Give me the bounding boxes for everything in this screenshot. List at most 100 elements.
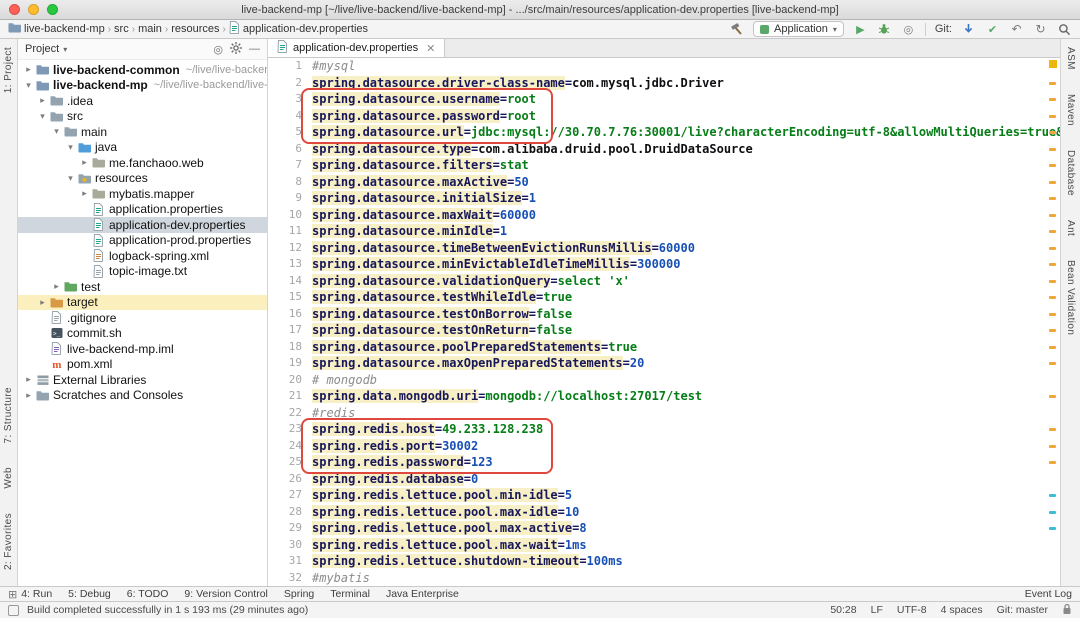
tree-item[interactable]: logback-spring.xml [18,248,267,264]
close-window-button[interactable] [9,4,20,15]
line-number[interactable]: 2 [268,75,312,92]
error-stripe-mark[interactable] [1049,98,1056,101]
error-stripe-mark[interactable] [1049,197,1056,200]
info-stripe-mark[interactable] [1049,510,1056,514]
debug-icon[interactable] [877,22,892,37]
line-number[interactable]: 1 [268,58,312,75]
tree-item[interactable]: ▸ mybatis.mapper [18,186,267,202]
error-stripe-mark[interactable] [1049,395,1056,398]
line-number[interactable]: 22 [268,405,312,422]
line-number[interactable]: 23 [268,421,312,438]
chevron-collapsed-icon[interactable]: ▸ [78,157,91,168]
line-number[interactable]: 12 [268,240,312,257]
code-line[interactable]: 13 spring.datasource.minEvictableIdleTime… [268,256,1060,273]
status-line-separator[interactable]: LF [871,604,883,616]
code-line[interactable]: 30 spring.redis.lettuce.pool.max-wait=1ms [268,537,1060,554]
tree-item[interactable]: ▸ me.fanchaoo.web [18,155,267,171]
code-line[interactable]: 9 spring.datasource.initialSize=1 [268,190,1060,207]
hammer-icon[interactable] [729,22,744,37]
error-stripe-mark[interactable] [1049,213,1056,217]
tool-window-tab[interactable]: Spring [284,588,314,600]
zoom-window-button[interactable] [47,4,58,15]
tree-item[interactable]: topic-image.txt [18,264,267,280]
code-line[interactable]: 10 spring.datasource.maxWait=60000 [268,207,1060,224]
tool-strip-tab[interactable]: Maven [1065,94,1076,126]
status-encoding[interactable]: UTF-8 [897,604,927,616]
line-number[interactable]: 21 [268,388,312,405]
error-stripe-mark[interactable] [1049,345,1056,349]
tree-item[interactable]: application.properties [18,202,267,218]
line-number[interactable]: 10 [268,207,312,224]
error-stripe-mark[interactable] [1049,312,1056,316]
line-number[interactable]: 30 [268,537,312,554]
error-stripe-mark[interactable] [1049,263,1056,266]
error-stripe-mark[interactable] [1049,180,1056,184]
chevron-collapsed-icon[interactable]: ▸ [22,64,35,75]
code-line[interactable]: 26 spring.redis.database=0 [268,471,1060,488]
locate-icon[interactable]: ◎ [213,43,223,56]
line-number[interactable]: 31 [268,553,312,570]
line-number[interactable]: 27 [268,487,312,504]
line-number[interactable]: 6 [268,141,312,158]
line-number[interactable]: 32 [268,570,312,587]
tab-application-dev-properties[interactable]: application-dev.properties ✕ [268,39,446,57]
code-line[interactable]: 19 spring.datasource.maxOpenPreparedState… [268,355,1060,372]
line-number[interactable]: 5 [268,124,312,141]
status-caret-position[interactable]: 50:28 [830,604,856,616]
line-number[interactable]: 25 [268,454,312,471]
code-line[interactable]: 22 #redis [268,405,1060,422]
code-line[interactable]: 14 spring.datasource.validationQuery=sele… [268,273,1060,290]
line-number[interactable]: 26 [268,471,312,488]
line-number[interactable]: 4 [268,108,312,125]
code-line[interactable]: 31 spring.redis.lettuce.shutdown-timeout=… [268,553,1060,570]
info-stripe-mark[interactable] [1049,527,1056,530]
tree-item[interactable]: >_ commit.sh [18,326,267,342]
tree-item[interactable]: ▾ main [18,124,267,140]
chevron-collapsed-icon[interactable]: ▸ [22,390,35,401]
tree-item[interactable]: live-backend-mp.iml [18,341,267,357]
code-line[interactable]: 25 spring.redis.password=123 [268,454,1060,471]
tool-strip-tab[interactable]: Database [1065,150,1076,196]
tree-item[interactable]: m pom.xml [18,357,267,373]
tree-item[interactable]: ▸ target [18,294,267,310]
tree-item[interactable]: .gitignore [18,310,267,326]
tool-window-tab[interactable]: 6: TODO [127,588,169,600]
code-line[interactable]: 6 spring.datasource.type=com.alibaba.drui… [268,141,1060,158]
line-number[interactable]: 20 [268,372,312,389]
tree-item[interactable]: ▸ .idea [18,93,267,109]
tool-strip-tab[interactable]: ASM [1065,47,1076,70]
code-line[interactable]: 8 spring.datasource.maxActive=50 [268,174,1060,191]
tree-item[interactable]: application-prod.properties [18,233,267,249]
line-number[interactable]: 11 [268,223,312,240]
git-update-icon[interactable] [961,22,976,37]
code-line[interactable]: 4 spring.datasource.password=root [268,108,1060,125]
error-stripe-mark[interactable] [1049,131,1056,134]
code-line[interactable]: 12 spring.datasource.timeBetweenEvictionR… [268,240,1060,257]
tool-window-tab-event-log[interactable]: Event Log [1025,588,1072,600]
code-line[interactable]: 32 #mybatis [268,570,1060,587]
tool-window-tab[interactable]: 9: Version Control [184,588,267,600]
breadcrumb-item[interactable]: main [138,23,162,35]
coverage-icon[interactable]: ◎ [901,22,916,37]
code-line[interactable]: 28 spring.redis.lettuce.pool.max-idle=10 [268,504,1060,521]
code-line[interactable]: 27 spring.redis.lettuce.pool.min-idle=5 [268,487,1060,504]
code-line[interactable]: 3 spring.datasource.username=root [268,91,1060,108]
toolwindow-switcher-icon[interactable]: ⊞ [8,588,17,601]
code-line[interactable]: 20 # mongodb [268,372,1060,389]
tool-window-tab[interactable]: 4: Run [21,588,52,600]
code-line[interactable]: 18 spring.datasource.poolPreparedStatemen… [268,339,1060,356]
line-number[interactable]: 7 [268,157,312,174]
breadcrumb-item[interactable]: live-backend-mp [8,22,105,36]
tool-window-tab[interactable]: Terminal [330,588,370,600]
error-stripe-mark[interactable] [1049,114,1056,118]
chevron-expanded-icon[interactable]: ▾ [64,142,77,153]
close-icon[interactable]: ✕ [426,42,435,55]
tree-item[interactable]: application-dev.properties [18,217,267,233]
toolwindow-toggle-icon[interactable] [8,604,19,616]
git-commit-icon[interactable]: ✔ [985,22,1000,37]
git-rollback-icon[interactable]: ↶ [1009,22,1024,37]
line-number[interactable]: 18 [268,339,312,356]
line-number[interactable]: 13 [268,256,312,273]
info-stripe-mark[interactable] [1049,494,1056,497]
code-line[interactable]: 17 spring.datasource.testOnReturn=false [268,322,1060,339]
